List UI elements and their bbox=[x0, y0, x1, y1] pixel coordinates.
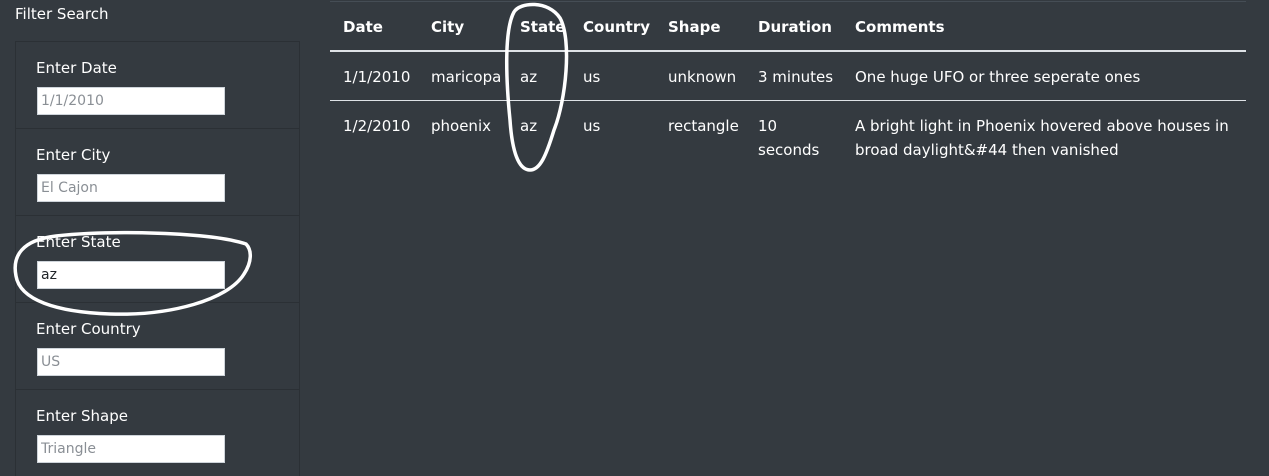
header-shape[interactable]: Shape bbox=[668, 17, 721, 37]
date-filter-input[interactable] bbox=[37, 87, 225, 115]
cell-shape: rectangle bbox=[668, 117, 739, 135]
country-filter-input[interactable] bbox=[37, 348, 225, 376]
cell-date: 1/1/2010 bbox=[343, 68, 411, 86]
country-filter-label: Enter Country bbox=[36, 320, 141, 338]
header-divider bbox=[330, 50, 1246, 52]
header-comments[interactable]: Comments bbox=[855, 17, 945, 37]
shape-filter-label: Enter Shape bbox=[36, 407, 128, 425]
filter-list: Enter Date Enter City Enter State Enter … bbox=[15, 41, 300, 476]
cell-state: az bbox=[520, 68, 538, 86]
table-top-border bbox=[330, 1, 1246, 2]
filter-item-country: Enter Country bbox=[16, 302, 299, 389]
filter-item-state: Enter State bbox=[16, 215, 299, 302]
filter-item-shape: Enter Shape bbox=[16, 389, 299, 476]
cell-city: maricopa bbox=[431, 68, 502, 86]
filter-search-title: Filter Search bbox=[15, 5, 109, 23]
cell-duration: 3 minutes bbox=[758, 68, 834, 86]
state-filter-input[interactable] bbox=[37, 261, 225, 289]
city-filter-input[interactable] bbox=[37, 174, 225, 202]
cell-country: us bbox=[583, 68, 601, 86]
filter-item-city: Enter City bbox=[16, 128, 299, 215]
header-date[interactable]: Date bbox=[343, 17, 383, 37]
city-filter-label: Enter City bbox=[36, 146, 111, 164]
cell-city: phoenix bbox=[431, 117, 491, 135]
header-state[interactable]: State bbox=[520, 17, 565, 37]
state-filter-label: Enter State bbox=[36, 233, 121, 251]
header-country[interactable]: Country bbox=[583, 17, 650, 37]
cell-comments: A bright light in Phoenix hovered above … bbox=[855, 117, 1229, 159]
cell-state: az bbox=[520, 117, 538, 135]
cell-shape: unknown bbox=[668, 68, 737, 86]
cell-comments: One huge UFO or three seperate ones bbox=[855, 68, 1141, 86]
filter-item-date: Enter Date bbox=[16, 41, 299, 128]
cell-date: 1/2/2010 bbox=[343, 117, 411, 135]
date-filter-label: Enter Date bbox=[36, 59, 117, 77]
cell-duration: 10 seconds bbox=[758, 117, 820, 159]
shape-filter-input[interactable] bbox=[37, 435, 225, 463]
header-city[interactable]: City bbox=[431, 17, 464, 37]
header-duration[interactable]: Duration bbox=[758, 17, 832, 37]
row-divider bbox=[330, 100, 1246, 101]
cell-country: us bbox=[583, 117, 601, 135]
page: Filter Search Enter Date Enter City Ente… bbox=[0, 0, 1269, 476]
